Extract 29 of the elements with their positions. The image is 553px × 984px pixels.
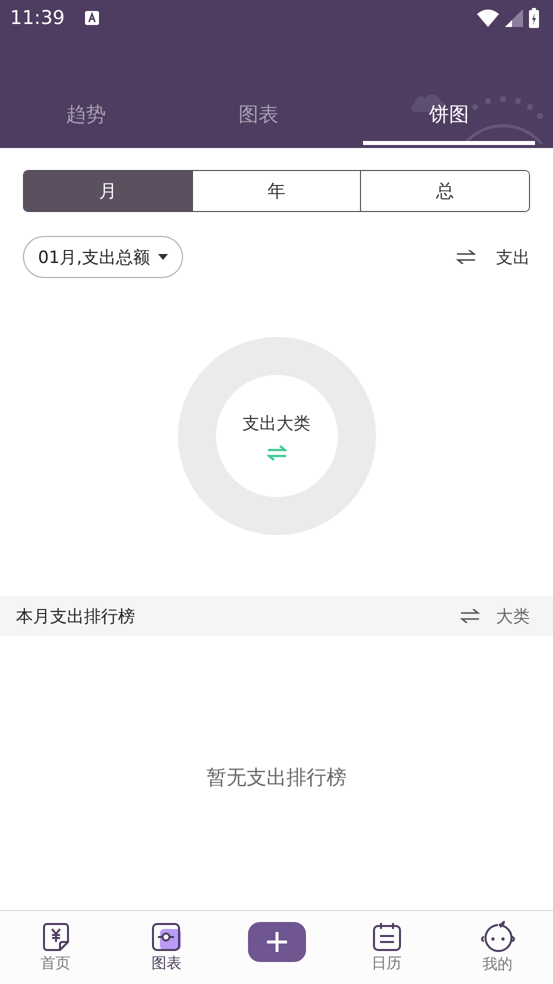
caret-icon bbox=[158, 254, 168, 260]
donut-center-label: 支出大类 bbox=[242, 412, 310, 434]
month-dropdown[interactable]: 01月,支出总额 bbox=[23, 236, 184, 278]
tab[interactable]: 饼图 bbox=[362, 87, 535, 145]
nav-item[interactable]: 图表 bbox=[136, 922, 196, 973]
notification-icon bbox=[84, 11, 99, 25]
baby-face-icon bbox=[480, 921, 514, 953]
plus-icon bbox=[266, 930, 288, 952]
status-time: 11:39 bbox=[10, 7, 65, 29]
ranking-title: 本月支出排行榜 bbox=[16, 606, 135, 628]
category-toggle[interactable]: 大类 bbox=[496, 604, 530, 628]
chart-icon bbox=[150, 922, 182, 952]
yen-note-icon bbox=[40, 922, 70, 952]
battery-icon bbox=[529, 8, 539, 28]
empty-message: 暂无支出排行榜 bbox=[206, 764, 346, 790]
expense-toggle[interactable]: 支出 bbox=[496, 246, 530, 268]
nav-item[interactable]: 我的 bbox=[468, 921, 528, 974]
period-tab[interactable]: 月 bbox=[24, 171, 192, 211]
wifi-icon bbox=[477, 9, 499, 27]
period-tab[interactable]: 总 bbox=[360, 171, 529, 211]
swap-icon[interactable] bbox=[456, 250, 476, 264]
calendar-icon bbox=[372, 922, 402, 952]
nav-item[interactable]: 首页 bbox=[26, 922, 86, 973]
tab[interactable]: 图表 bbox=[172, 87, 345, 145]
tab[interactable]: 趋势 bbox=[0, 87, 172, 145]
signal-icon bbox=[505, 9, 523, 27]
swap-icon[interactable] bbox=[460, 609, 480, 623]
add-button[interactable] bbox=[248, 922, 306, 962]
nav-item[interactable]: 日历 bbox=[356, 922, 416, 973]
